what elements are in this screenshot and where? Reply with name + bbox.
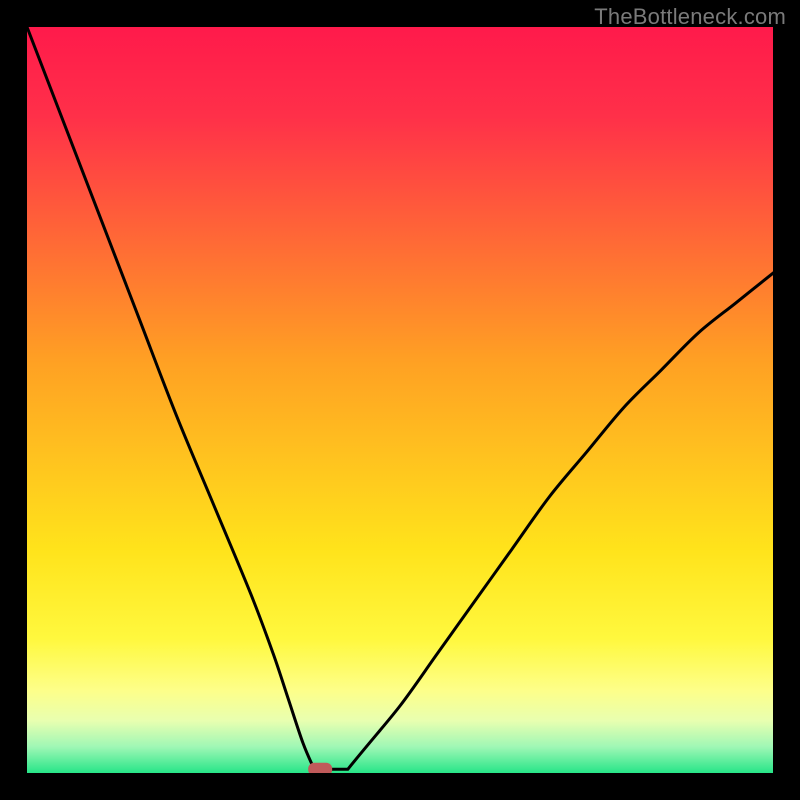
- plot-area: [27, 27, 773, 773]
- optimum-marker: [308, 763, 332, 773]
- gradient-background: [27, 27, 773, 773]
- chart-frame: TheBottleneck.com: [0, 0, 800, 800]
- bottleneck-chart: [27, 27, 773, 773]
